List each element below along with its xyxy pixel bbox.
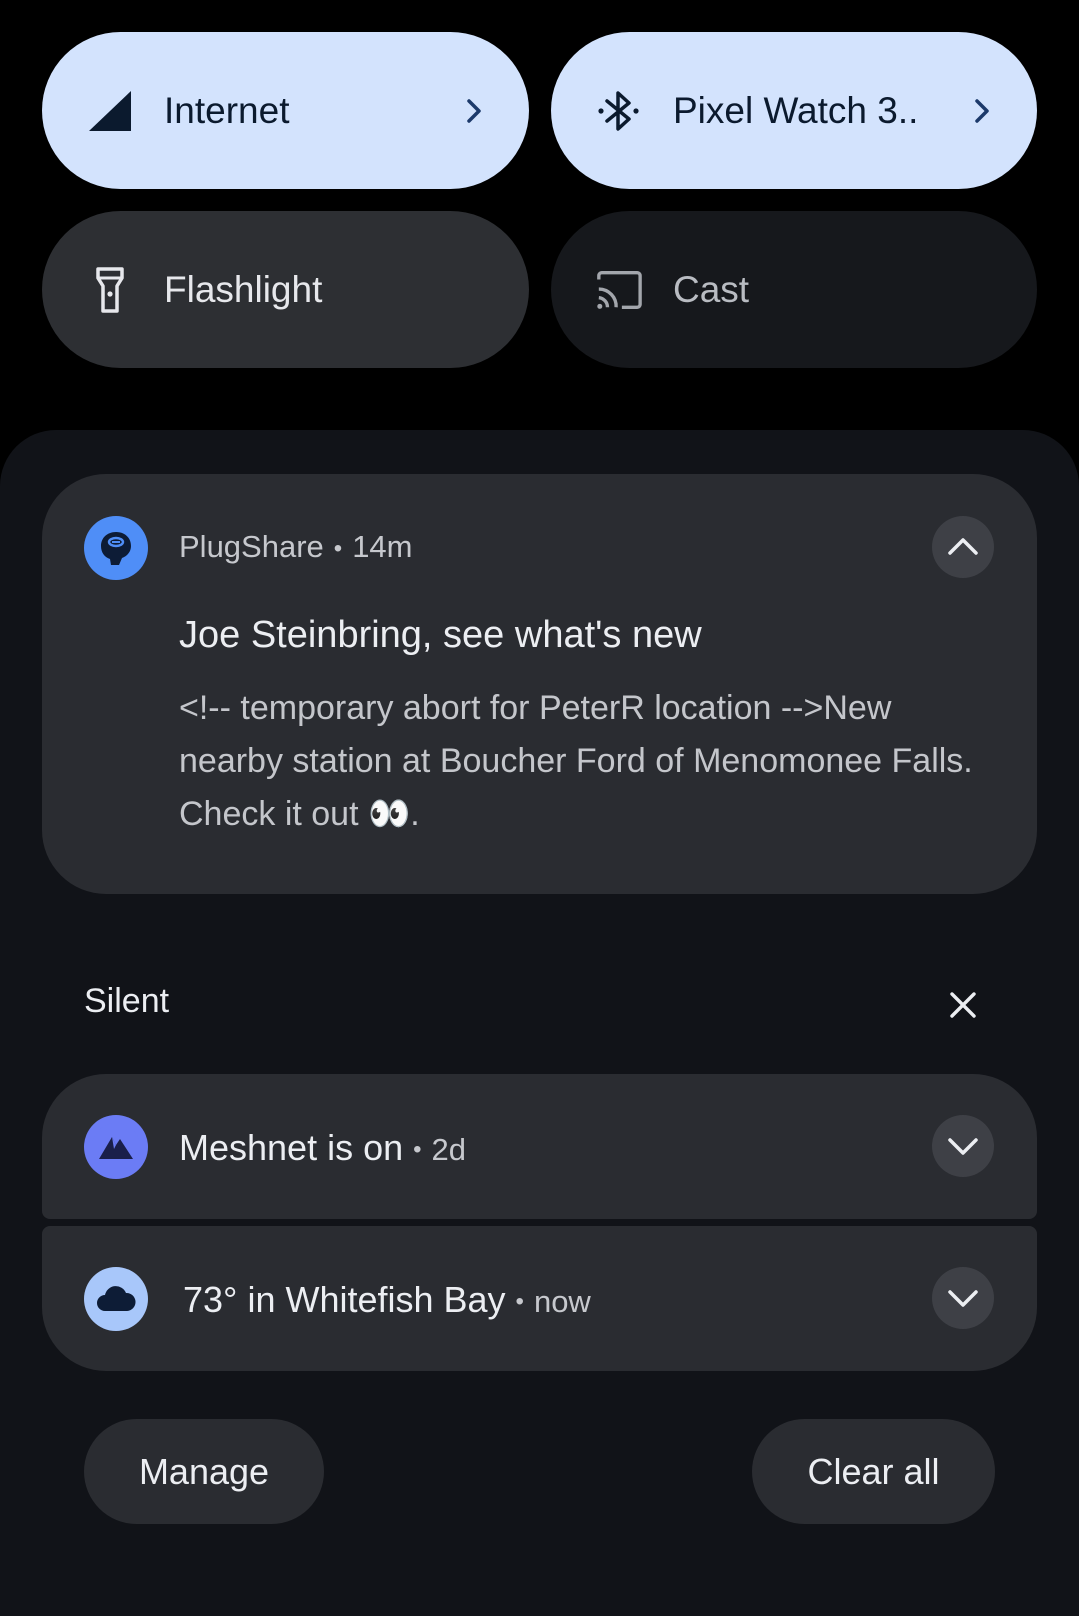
- chevron-right-icon: [467, 98, 481, 123]
- plugshare-icon: [84, 516, 148, 580]
- plugshare-notification[interactable]: PlugShare • 14m Joe Steinbring, see what's…: [42, 474, 1037, 894]
- silent-section-label: Silent: [84, 982, 170, 1020]
- notification-header: PlugShare • 14m: [179, 529, 413, 565]
- notification-title: 73° in Whitefish Bay: [183, 1279, 506, 1320]
- separator-dot: •: [333, 534, 343, 562]
- expand-button[interactable]: [932, 1115, 994, 1177]
- notification-time: now: [533, 1284, 591, 1319]
- app-name: PlugShare: [179, 529, 324, 564]
- cloud-icon: [84, 1267, 148, 1331]
- chevron-right-icon: [975, 98, 989, 123]
- notification-title: Joe Steinbring, see what's new: [179, 614, 702, 656]
- internet-tile[interactable]: Internet: [42, 32, 529, 189]
- flashlight-label: Flashlight: [164, 268, 323, 310]
- manage-button[interactable]: Manage: [84, 1419, 324, 1524]
- collapse-button[interactable]: [932, 516, 994, 578]
- expand-button[interactable]: [932, 1267, 994, 1329]
- cast-icon: [595, 266, 643, 314]
- separator-dot: •: [413, 1136, 422, 1164]
- chevron-down-icon: [948, 1290, 978, 1307]
- notification-title: Meshnet is on: [179, 1127, 404, 1168]
- nordvpn-icon: [84, 1115, 148, 1179]
- notification-time: 2d: [431, 1132, 467, 1167]
- cellular-signal-icon: [86, 87, 134, 135]
- weather-notification[interactable]: 73° in Whitefish Bay • now: [42, 1226, 1037, 1371]
- notification-body: <!-- temporary abort for PeterR location…: [179, 689, 973, 833]
- internet-label: Internet: [164, 89, 290, 131]
- chevron-up-icon: [948, 538, 978, 555]
- bluetooth-tile[interactable]: Pixel Watch 3..: [551, 32, 1037, 189]
- meshnet-header: Meshnet is on • 2d: [179, 1127, 466, 1169]
- flashlight-tile[interactable]: Flashlight: [42, 211, 529, 368]
- clear-all-button[interactable]: Clear all: [752, 1419, 995, 1524]
- separator-dot: •: [515, 1288, 524, 1316]
- bluetooth-icon: [595, 87, 643, 135]
- notification-time: 14m: [352, 529, 413, 564]
- weather-header: 73° in Whitefish Bay • now: [183, 1279, 591, 1321]
- meshnet-notification[interactable]: Meshnet is on • 2d: [42, 1074, 1037, 1219]
- cast-tile[interactable]: Cast: [551, 211, 1037, 368]
- cast-label: Cast: [673, 268, 750, 310]
- chevron-down-icon: [948, 1138, 978, 1155]
- bluetooth-device-label: Pixel Watch 3..: [673, 89, 919, 131]
- flashlight-icon: [86, 266, 134, 314]
- close-icon[interactable]: [948, 990, 978, 1020]
